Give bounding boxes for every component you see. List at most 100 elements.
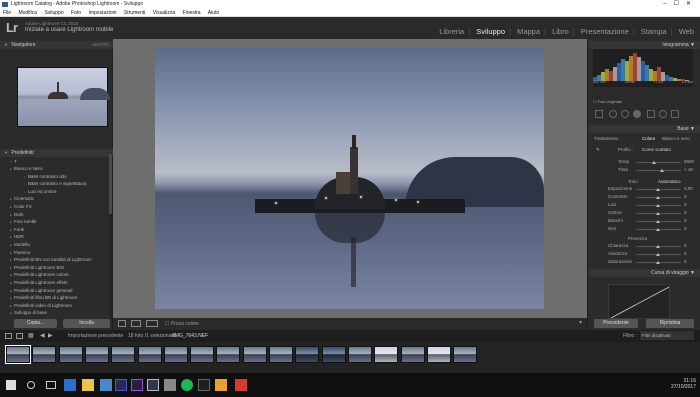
- menu-file[interactable]: File: [3, 10, 11, 16]
- basic-header[interactable]: Base ▼: [588, 125, 700, 133]
- preset-item[interactable]: ▸ HDR: [0, 233, 113, 241]
- module-stampa[interactable]: Stampa: [641, 27, 667, 36]
- window-controls[interactable]: –☐✕: [663, 0, 698, 9]
- white-balance-picker-icon[interactable]: ✎: [596, 147, 600, 153]
- slider-knob[interactable]: [656, 220, 660, 223]
- profile-select[interactable]: Come scattato: [642, 147, 671, 152]
- filmstrip-thumbnail[interactable]: [111, 346, 136, 363]
- preset-item[interactable]: ▸ Color FX: [0, 203, 113, 211]
- crop-tool-icon[interactable]: [609, 110, 617, 118]
- toolbar-menu-chevron-icon[interactable]: ▾: [579, 319, 582, 326]
- slider-value[interactable]: 0: [684, 259, 687, 264]
- acrobat-icon[interactable]: [235, 379, 247, 391]
- filmstrip-thumbnail[interactable]: [269, 346, 293, 363]
- preset-item[interactable]: ▸ Predefiniti Lightroom generali: [0, 287, 113, 295]
- preset-item[interactable]: ▸ Paesino: [0, 249, 113, 257]
- preset-item[interactable]: ▸ Modella: [0, 241, 113, 249]
- tint-slider-knob[interactable]: [660, 169, 664, 172]
- menu-sviluppo[interactable]: Sviluppo: [44, 10, 63, 16]
- premiere-icon[interactable]: [131, 379, 143, 391]
- temp-slider-knob[interactable]: [652, 161, 656, 164]
- slider-knob[interactable]: [656, 245, 660, 248]
- histogram-header[interactable]: Istogramma ▼: [588, 41, 700, 49]
- spot-removal-icon[interactable]: [621, 110, 629, 118]
- filmstrip-thumbnail[interactable]: [242, 346, 267, 363]
- slider-knob[interactable]: [656, 188, 660, 191]
- menu-foto[interactable]: Foto: [71, 10, 81, 16]
- filmstrip-thumbnail[interactable]: [400, 346, 425, 363]
- previous-button[interactable]: Precedente: [594, 319, 638, 328]
- slider-value[interactable]: 0: [684, 218, 687, 223]
- module-presentazione[interactable]: Presentazione: [581, 27, 629, 36]
- preset-item[interactable]: ▸ Predefiniti filtro BN di Lightroom: [0, 294, 113, 302]
- store-icon[interactable]: [100, 379, 112, 391]
- app-icon-2[interactable]: [198, 379, 210, 391]
- preset-item[interactable]: ▸ Predefiniti Lightroom colore: [0, 271, 113, 279]
- filmstrip-thumbnail[interactable]: [216, 346, 241, 363]
- grid-view-icon[interactable]: ▦: [28, 332, 34, 339]
- preset-item[interactable]: ▸ Predefiniti BN con tonalità di Lightroo…: [0, 256, 113, 264]
- loupe-view-icon[interactable]: [118, 320, 126, 327]
- temp-slider[interactable]: [636, 162, 681, 163]
- navigator-header[interactable]: ▼ Navigatore ADATTA: [0, 41, 113, 49]
- filmstrip-thumbnail[interactable]: [58, 346, 83, 363]
- filmstrip-filename[interactable]: /IMG_7643.NEF: [172, 333, 208, 339]
- lightroom-taskbar-icon[interactable]: [147, 379, 159, 391]
- filmstrip-thumbnail[interactable]: [137, 346, 162, 363]
- treatment-colore[interactable]: Colore: [642, 136, 655, 141]
- soft-proof-checkbox[interactable]: ☐ Prova colore: [165, 321, 199, 327]
- radial-filter-icon[interactable]: [659, 110, 667, 118]
- main-window-icon[interactable]: [5, 333, 12, 339]
- preset-item[interactable]: ▸ Predefiniti Lightroom B/N: [0, 264, 113, 272]
- tone-curve-header[interactable]: Curva di viraggio ▼: [588, 269, 700, 277]
- grid-tool-icon[interactable]: [595, 110, 603, 118]
- menu-visualizza[interactable]: Visualizza: [153, 10, 175, 16]
- slider-knob[interactable]: [656, 196, 660, 199]
- slider-knob[interactable]: [656, 261, 660, 264]
- navigator-zoom-mode[interactable]: ADATTA: [92, 41, 109, 49]
- brush-tool-icon[interactable]: [671, 110, 679, 118]
- graduated-filter-icon[interactable]: [647, 110, 655, 118]
- menu-impostazioni[interactable]: Impostazioni: [88, 10, 116, 16]
- slider-value[interactable]: 0: [684, 202, 687, 207]
- slider-knob[interactable]: [656, 253, 660, 256]
- presets-header[interactable]: ▼ Predefiniti: [0, 149, 113, 157]
- slider-knob[interactable]: [656, 204, 660, 207]
- temp-value[interactable]: 5650: [684, 159, 694, 164]
- preset-item[interactable]: ▸ Cinematic: [0, 195, 113, 203]
- slider-value[interactable]: 0: [684, 194, 687, 199]
- preset-item[interactable]: ▫ B&W contrasto e vignettatura: [0, 180, 113, 188]
- filmstrip-thumbnail[interactable]: [453, 346, 478, 363]
- filmstrip-thumbnail[interactable]: [295, 346, 320, 363]
- task-view-icon[interactable]: [46, 381, 56, 389]
- slider-value[interactable]: 0,00: [684, 186, 693, 191]
- filmstrip-thumbnail[interactable]: [84, 346, 109, 363]
- slider-knob[interactable]: [656, 228, 660, 231]
- filmstrip-source[interactable]: Importazione precedente: [68, 333, 123, 339]
- main-photo[interactable]: [155, 47, 544, 309]
- tint-slider[interactable]: [636, 170, 681, 171]
- menu-strumenti[interactable]: Strumenti: [124, 10, 145, 16]
- preset-item[interactable]: ▫ Luci ed ombre: [0, 188, 113, 196]
- preset-item[interactable]: ▸ Sviluppo di base: [0, 309, 113, 317]
- spotify-icon[interactable]: [181, 379, 193, 391]
- edge-icon[interactable]: [64, 379, 76, 391]
- paste-button[interactable]: Incolla: [63, 319, 110, 328]
- left-panel-scrollbar[interactable]: [109, 154, 112, 319]
- filmstrip-thumbnail[interactable]: [374, 346, 399, 363]
- mobile-tagline[interactable]: Iniziate a usare Lightroom mobile: [25, 27, 113, 33]
- filmstrip-thumbnail[interactable]: [5, 345, 31, 364]
- search-icon[interactable]: [27, 381, 35, 389]
- slider-value[interactable]: 0: [684, 226, 687, 231]
- module-sviluppo[interactable]: Sviluppo: [476, 27, 505, 36]
- preset-item[interactable]: ▫ B&W contrasto alto: [0, 173, 113, 181]
- filmstrip-thumbnail[interactable]: [321, 346, 346, 363]
- app-icon-3[interactable]: [215, 379, 227, 391]
- red-eye-icon[interactable]: [633, 110, 641, 118]
- slider-value[interactable]: 0: [684, 210, 687, 215]
- tone-auto-button[interactable]: Automatico: [658, 179, 681, 184]
- tone-curve-graph[interactable]: [608, 284, 670, 319]
- preset-item[interactable]: ▸ Bianco e Nero: [0, 165, 113, 173]
- filmstrip-thumbnail[interactable]: [32, 346, 57, 363]
- navigator-preview[interactable]: [17, 67, 110, 127]
